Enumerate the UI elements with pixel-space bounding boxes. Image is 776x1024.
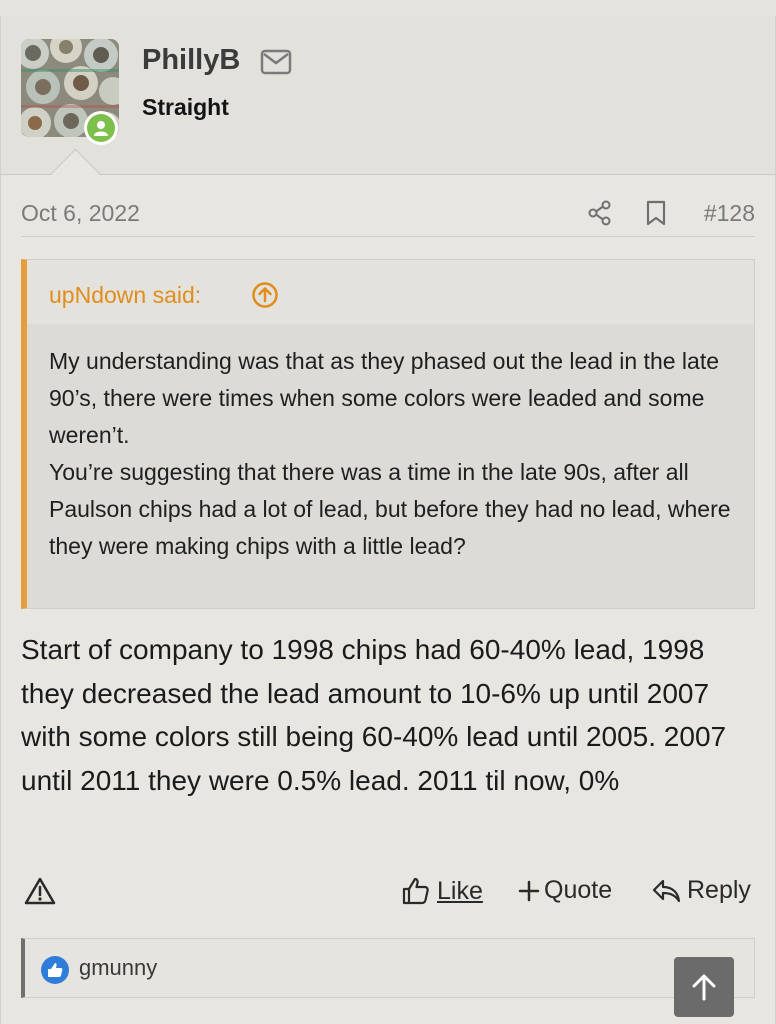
plus-icon: [518, 880, 540, 901]
quote-label: Quote: [544, 876, 613, 904]
mail-icon[interactable]: [260, 49, 292, 80]
username[interactable]: PhillyB: [142, 44, 240, 77]
reaction-users[interactable]: gmunny: [79, 955, 157, 981]
quote-block: upNdown said: My understanding was that …: [21, 259, 755, 609]
user-title: Straight: [142, 94, 229, 120]
quote-line: You’re suggesting that there was a time …: [49, 459, 731, 559]
user-header: PhillyB Straight: [1, 16, 775, 175]
share-icon[interactable]: [587, 200, 613, 231]
warning-icon[interactable]: [23, 876, 57, 911]
scroll-to-top-button[interactable]: [674, 957, 734, 1017]
reply-button[interactable]: Reply: [651, 876, 751, 905]
like-reaction-icon: [41, 956, 69, 984]
post-meta: Oct 6, 2022 #128: [21, 198, 755, 237]
reply-icon: [652, 879, 681, 902]
post-number[interactable]: #128: [704, 200, 755, 227]
quote-line: My understanding was that as they phased…: [49, 348, 719, 448]
post-body: Start of company to 1998 chips had 60-40…: [21, 634, 727, 796]
online-status-icon: [84, 111, 118, 145]
thumbs-up-icon: [402, 877, 429, 905]
post-date[interactable]: Oct 6, 2022: [21, 200, 140, 227]
top-divider: [0, 0, 776, 17]
quote-button[interactable]: Quote: [518, 876, 612, 905]
like-button[interactable]: Like: [401, 876, 483, 906]
arrow-up-icon: [692, 974, 716, 1001]
arrow-up-circle-icon[interactable]: [251, 281, 279, 314]
quote-author[interactable]: upNdown said:: [49, 282, 201, 309]
bookmark-icon[interactable]: [645, 200, 667, 231]
like-label: Like: [437, 876, 483, 905]
reply-label: Reply: [687, 876, 751, 904]
reactions-bar[interactable]: gmunny: [21, 938, 755, 998]
quote-text: My understanding was that as they phased…: [49, 343, 739, 565]
post-container: PhillyB Straight Oct 6, 2022 #128 upNdow…: [0, 16, 776, 1024]
post-actions: Like Quote Reply: [21, 871, 755, 921]
